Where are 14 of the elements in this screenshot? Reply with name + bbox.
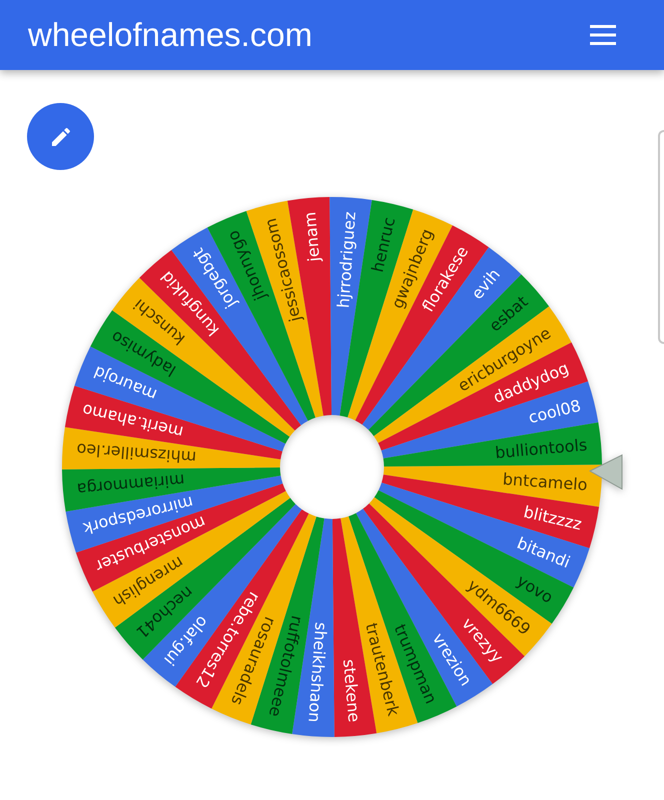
slice-label: bntcamelo <box>502 469 588 494</box>
slice-label: jenam <box>300 211 324 262</box>
slice-label: mhizsmiller.leo <box>76 440 197 467</box>
slice-label: cool08 <box>526 396 583 428</box>
slice-label: bulliontools <box>494 435 588 462</box>
slice-label: blitzzzz <box>522 502 584 534</box>
menu-icon[interactable] <box>590 24 616 46</box>
slice-label: miriammorga <box>76 470 186 499</box>
slice-label: henruc <box>368 215 399 274</box>
slice-label: stekene <box>339 658 364 723</box>
pointer-icon <box>588 454 622 490</box>
slice-label: hjrrodriguez <box>334 210 360 309</box>
site-title: wheelofnames.com <box>28 16 312 54</box>
slice-label: sheikhshaon <box>304 622 331 724</box>
